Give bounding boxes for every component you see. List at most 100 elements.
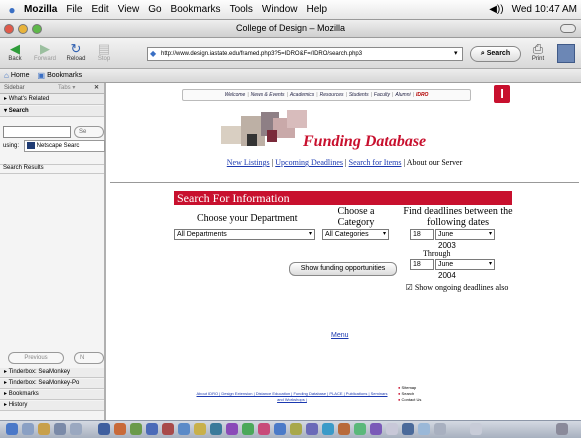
app-icon[interactable] [354,423,366,435]
url-history-dropdown-icon[interactable]: ▾ [454,49,458,57]
app-icon[interactable] [114,423,126,435]
upcoming-deadlines-link[interactable]: Upcoming Deadlines [275,158,343,167]
app-icon[interactable] [470,423,482,435]
start-day-select[interactable]: 18 [410,229,434,240]
end-year-value[interactable]: 2004 [438,271,456,280]
url-field[interactable]: ◆ http://www.design.iastate.edu/framed.p… [147,47,463,61]
sidebar-panel-search[interactable]: ▾ Search [0,106,104,117]
previous-results-button[interactable]: Previous [8,352,64,364]
app-icon[interactable] [54,423,66,435]
bookmarks-button[interactable]: ▣ Bookmarks [38,71,83,80]
back-button[interactable]: ◀ Back [2,41,28,62]
stop-button[interactable]: ▤ Stop [91,41,117,62]
menu-tools[interactable]: Tools [230,4,253,15]
search-for-items-link[interactable]: Search for Items [349,158,402,167]
contact-us-link[interactable]: ● Contact Us [398,397,421,403]
reload-button[interactable]: ↻ Reload [63,41,89,62]
page-proxy-icon[interactable]: ◆ [150,48,156,60]
mail-icon[interactable] [22,423,34,435]
sidebar-search-button[interactable]: Se [74,126,104,138]
os-menubar: ● Mozilla File Edit View Go Bookmarks To… [0,0,581,20]
reload-icon: ↻ [70,41,82,56]
app-icon[interactable] [130,423,142,435]
app-icon[interactable] [274,423,286,435]
nav-link-news-events[interactable]: News & Events [251,92,285,98]
search-engine-select[interactable]: Netscape Searc [24,140,105,152]
search-button[interactable]: ⌕ Search [470,46,521,62]
sidebar-panel-bookmarks[interactable]: ▸ Bookmarks [0,390,104,400]
sidebar-panel-tinderbox-seamonkey[interactable]: ▸ Tinderbox: SeaMonkey [0,368,104,378]
app-icon[interactable] [162,423,174,435]
url-text: http://www.design.iastate.edu/framed.php… [161,51,363,57]
start-month-select[interactable]: June ▾ [435,229,495,240]
bookmarks-icon: ▣ [37,71,46,80]
activity-throbber-icon[interactable] [557,44,575,63]
trash-icon[interactable] [556,423,568,435]
sidebar-tabs-menu[interactable]: Tabs ▾ [58,83,75,93]
app-icon[interactable] [146,423,158,435]
app-icon[interactable] [178,423,190,435]
app-icon[interactable] [98,423,110,435]
app-icon[interactable] [402,423,414,435]
app-icon[interactable] [290,423,302,435]
nav-link-resources[interactable]: Resources [320,92,344,98]
sidebar-search-input[interactable] [3,126,71,138]
menu-help[interactable]: Help [307,4,328,15]
menu-view[interactable]: View [118,4,140,15]
footer-links[interactable]: About IDRO | Design Extension | Distance… [194,391,390,403]
app-icon[interactable] [434,423,446,435]
sidebar-panel-history[interactable]: ▸ History [0,401,104,411]
department-select[interactable]: All Departments ▾ [174,229,315,240]
end-day-select[interactable]: 18 [410,259,434,270]
ongoing-deadlines-checkbox[interactable]: ☑ [406,283,413,292]
finder-icon[interactable] [6,423,18,435]
menu-go[interactable]: Go [148,4,161,15]
nav-link-alumni[interactable]: Alumni [395,92,410,98]
nav-link-faculty[interactable]: Faculty [374,92,390,98]
app-icon[interactable] [386,423,398,435]
nav-link-welcome[interactable]: Welcome [225,92,246,98]
toolbar-toggle-button[interactable] [560,24,576,33]
app-icon[interactable] [258,423,270,435]
nav-link-academics[interactable]: Academics [290,92,314,98]
next-results-button[interactable]: N [74,352,104,364]
print-button[interactable]: ⎙ Print [525,41,551,62]
menu-bookmarks[interactable]: Bookmarks [171,4,221,15]
about-server-text: About our Server [406,158,463,167]
end-month-select[interactable]: June ▾ [435,259,495,270]
menubar-clock[interactable]: Wed 10:47 AM [512,4,577,15]
menu-edit[interactable]: Edit [91,4,108,15]
app-icon[interactable] [418,423,430,435]
app-icon[interactable] [194,423,206,435]
app-icon[interactable] [242,423,254,435]
app-icon[interactable] [338,423,350,435]
speaker-icon[interactable]: ◀)) [489,4,503,15]
forward-button[interactable]: ▶ Forward [32,41,58,62]
new-listings-link[interactable]: New Listings [227,158,270,167]
menu-window[interactable]: Window [262,4,298,15]
app-icon[interactable] [210,423,222,435]
dock [0,420,581,438]
search-section-header: Search For Information [174,191,512,205]
app-icon[interactable] [70,423,82,435]
iowa-state-logo[interactable]: I [494,85,510,103]
netscape-icon [27,141,35,149]
nav-link-students[interactable]: Students [349,92,369,98]
ongoing-deadlines-option[interactable]: ☑ Show ongoing deadlines also [404,283,510,292]
apple-menu-icon[interactable]: ● [0,3,24,17]
app-icon[interactable] [306,423,318,435]
sidebar-close-icon[interactable]: ✕ [94,83,99,93]
app-icon[interactable] [322,423,334,435]
category-select[interactable]: All Categories ▾ [322,229,389,240]
home-button[interactable]: ⌂ Home [4,71,30,80]
nav-link-idro[interactable]: IDRO [416,92,429,98]
menu-link[interactable]: Menu [331,332,349,339]
sidebar-panel-tinderbox-seamonkey-po[interactable]: ▸ Tinderbox: SeaMonkey-Po [0,379,104,389]
sidebar-panel-whats-related[interactable]: ▸ What's Related [0,94,104,105]
app-icon[interactable] [226,423,238,435]
app-icon[interactable] [38,423,50,435]
show-funding-opportunities-button[interactable]: Show funding opportunities [289,262,397,276]
menu-file[interactable]: File [66,4,82,15]
app-icon[interactable] [370,423,382,435]
app-menu[interactable]: Mozilla [24,4,57,15]
